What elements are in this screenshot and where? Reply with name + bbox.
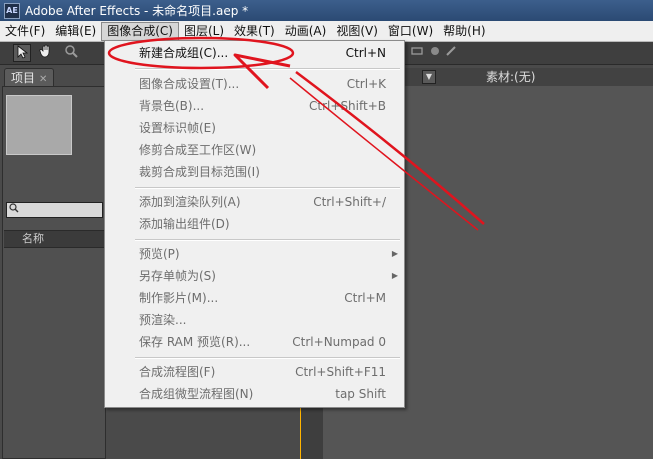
toolbar-extra-icon[interactable] <box>408 44 426 62</box>
menu-effect[interactable]: 效果(T) <box>229 22 280 41</box>
dropdown-arrow-icon[interactable]: ▼ <box>422 70 436 84</box>
window-title: Adobe After Effects - 未命名项目.aep * <box>25 4 249 18</box>
tab-footage[interactable]: 素材:(无) <box>486 68 535 86</box>
menu-item-set-poster-time[interactable]: 设置标识帧(E) <box>139 118 386 138</box>
menu-item-pre-render[interactable]: 预渲染... <box>139 310 386 330</box>
menu-window[interactable]: 窗口(W) <box>383 22 438 41</box>
composition-thumbnail <box>6 95 72 155</box>
column-header-name[interactable]: 名称 <box>4 230 106 248</box>
title-bar: AE Adobe After Effects - 未命名项目.aep * <box>0 0 653 21</box>
menu-help[interactable]: 帮助(H) <box>438 22 490 41</box>
menu-edit[interactable]: 编辑(E) <box>50 22 101 41</box>
menu-composition[interactable]: 图像合成(C) <box>101 21 179 41</box>
tab-project[interactable]: 项目 ✕ <box>4 68 55 87</box>
menu-item-preview[interactable]: 预览(P) ▶ <box>139 244 398 264</box>
menu-layer[interactable]: 图层(L) <box>179 22 229 41</box>
menu-item-new-composition[interactable]: 新建合成组(C)... Ctrl+N <box>139 43 386 63</box>
menu-item-make-movie[interactable]: 制作影片(M)... Ctrl+M <box>139 288 386 308</box>
menu-item-composition-settings[interactable]: 图像合成设置(T)... Ctrl+K <box>139 74 386 94</box>
menu-separator <box>135 68 400 70</box>
close-icon[interactable]: ✕ <box>39 74 47 85</box>
menu-item-background-color[interactable]: 背景色(B)... Ctrl+Shift+B <box>139 96 386 116</box>
menu-item-composition-flowchart[interactable]: 合成流程图(F) Ctrl+Shift+F11 <box>139 362 386 382</box>
menu-item-save-frame-as[interactable]: 另存单帧为(S) ▶ <box>139 266 398 286</box>
menu-item-crop-to-region[interactable]: 裁剪合成到目标范围(I) <box>139 162 386 182</box>
menu-item-trim-to-work-area[interactable]: 修剪合成至工作区(W) <box>139 140 386 160</box>
menu-separator <box>135 239 400 241</box>
menu-item-add-output-module[interactable]: 添加输出组件(D) <box>139 214 386 234</box>
pin-tool-icon[interactable] <box>442 44 460 62</box>
selection-tool-icon[interactable] <box>13 44 31 62</box>
zoom-tool-icon[interactable] <box>62 44 80 62</box>
column-name-label: 名称 <box>22 232 44 245</box>
hand-tool-icon[interactable] <box>37 44 55 62</box>
search-icon <box>9 203 19 216</box>
menu-item-add-to-render-queue[interactable]: 添加到渲染队列(A) Ctrl+Shift+/ <box>139 192 386 212</box>
menu-separator <box>135 187 400 189</box>
tab-project-label: 项目 <box>11 71 36 85</box>
menu-file[interactable]: 文件(F) <box>0 22 50 41</box>
submenu-arrow-icon: ▶ <box>391 271 398 280</box>
app-logo-icon: AE <box>4 2 20 19</box>
menu-view[interactable]: 视图(V) <box>331 22 383 41</box>
search-input[interactable] <box>6 202 103 218</box>
menu-animation[interactable]: 动画(A) <box>280 22 332 41</box>
menu-item-save-ram-preview[interactable]: 保存 RAM 预览(R)... Ctrl+Numpad 0 <box>139 332 386 352</box>
submenu-arrow-icon: ▶ <box>391 249 398 258</box>
menu-bar: 文件(F) 编辑(E) 图像合成(C) 图层(L) 效果(T) 动画(A) 视图… <box>0 21 653 42</box>
menu-item-mini-flowchart[interactable]: 合成组微型流程图(N) tap Shift <box>139 384 386 404</box>
menu-separator <box>135 357 400 359</box>
composition-menu-dropdown: 新建合成组(C)... Ctrl+N 图像合成设置(T)... Ctrl+K 背… <box>104 40 405 408</box>
